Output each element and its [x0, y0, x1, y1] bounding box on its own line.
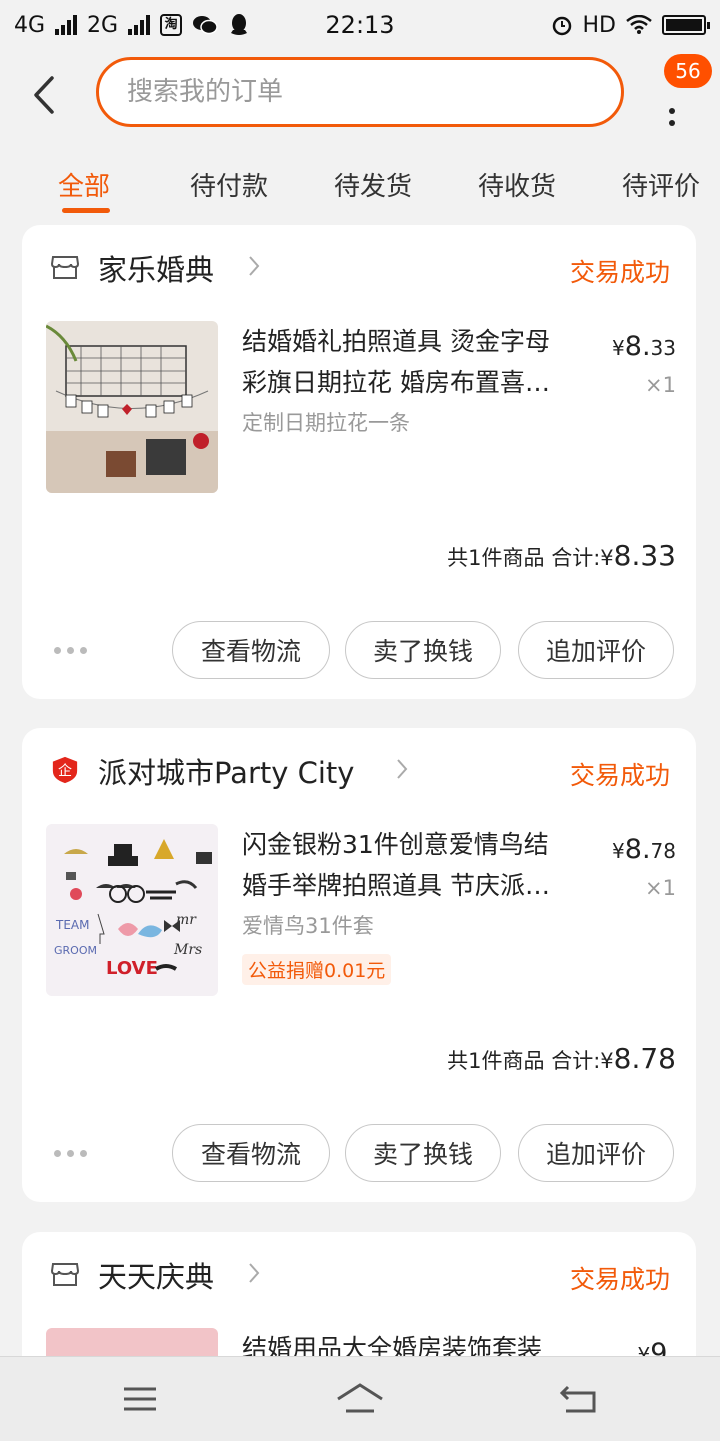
svg-text:TEAM: TEAM	[55, 918, 89, 932]
product-title-line-1: 闪金银粉31件创意爱情鸟结	[242, 830, 549, 859]
order-card: 企 派对城市Party City 交易成功 TEAM mr GROOM LOVE	[22, 728, 696, 1202]
price-integer: 8.	[624, 834, 651, 865]
unit-price: ¥8.78	[612, 834, 676, 865]
tab-all[interactable]: 全部	[58, 166, 110, 203]
tab-pending-payment[interactable]: 待付款	[190, 166, 268, 203]
svg-text:LOVE: LOVE	[106, 958, 158, 979]
shop-name[interactable]: 家乐婚典	[98, 247, 214, 289]
currency-symbol: ¥	[612, 839, 625, 863]
tab-pending-shipment[interactable]: 待发货	[334, 166, 412, 203]
chevron-right-icon	[249, 256, 260, 276]
unit-price: ¥9.	[638, 1338, 677, 1356]
more-actions-icon[interactable]	[52, 1148, 88, 1158]
currency-symbol: ¥	[612, 336, 625, 360]
shop-row[interactable]: 天天庆典 交易成功	[22, 1232, 696, 1320]
product-title-line-2: 彩旗日期拉花 婚房布置喜…	[242, 368, 550, 397]
charity-tag: 公益捐赠0.01元	[242, 954, 392, 985]
shop-name[interactable]: 天天庆典	[98, 1254, 214, 1296]
shop-row[interactable]: 家乐婚典 交易成功	[22, 225, 696, 313]
svg-text:Mrs: Mrs	[173, 942, 202, 958]
chevron-right-icon	[249, 1263, 260, 1283]
product-title-line-1: 结婚用品大全婚房装饰套装	[242, 1334, 543, 1356]
product-title[interactable]: 闪金银粉31件创意爱情鸟结 婚手举牌拍照道具 节庆派…	[242, 824, 582, 906]
summary-amount: 8.33	[613, 539, 676, 572]
clock: 22:13	[325, 11, 395, 39]
order-card: 家乐婚典 交易成功 结婚婚礼拍照道具 烫金字母 彩旗日期拉花 婚房布置喜… 定制…	[22, 225, 696, 699]
order-summary: 共1件商品 合计:¥8.78	[447, 1042, 676, 1075]
active-tab-indicator	[62, 208, 110, 213]
summary-amount: 8.78	[613, 1042, 676, 1075]
home-icon[interactable]	[330, 1377, 390, 1421]
more-actions-icon[interactable]	[52, 645, 88, 655]
add-review-button[interactable]: 追加评价	[518, 1124, 674, 1182]
shop-row[interactable]: 企 派对城市Party City 交易成功	[22, 728, 696, 816]
tab-pending-review[interactable]: 待评价	[622, 166, 700, 203]
resell-button[interactable]: 卖了换钱	[345, 1124, 501, 1182]
shop-name[interactable]: 派对城市Party City	[98, 750, 354, 792]
product-image[interactable]	[46, 1328, 218, 1356]
message-count-badge: 56	[664, 54, 712, 88]
order-status: 交易成功	[569, 761, 670, 790]
product-title-line-2: 婚手举牌拍照道具 节庆派…	[242, 871, 550, 900]
tab-pending-receipt[interactable]: 待收货	[478, 166, 556, 203]
price-decimal: 78	[650, 839, 676, 863]
product-image[interactable]: TEAM mr GROOM LOVE Mrs	[46, 824, 218, 996]
search-bar[interactable]	[96, 57, 624, 127]
search-input[interactable]	[125, 76, 621, 108]
order-tabs: 全部 待付款 待发货 待收货 待评价	[0, 150, 720, 220]
battery-icon	[662, 15, 710, 35]
add-review-button[interactable]: 追加评价	[518, 621, 674, 679]
shop-icon	[50, 1263, 80, 1286]
price-integer: 9.	[650, 1338, 676, 1356]
summary-label: 共1件商品 合计:	[447, 1049, 601, 1073]
view-logistics-button[interactable]: 查看物流	[172, 1124, 330, 1182]
back-icon[interactable]	[30, 72, 60, 118]
summary-label: 共1件商品 合计:	[447, 546, 601, 570]
order-summary: 共1件商品 合计:¥8.33	[447, 539, 676, 572]
order-card: 天天庆典 交易成功 结婚用品大全婚房装饰套装 ¥9.	[22, 1232, 696, 1356]
view-logistics-button[interactable]: 查看物流	[172, 621, 330, 679]
system-nav-bar	[0, 1356, 720, 1441]
product-sku: 爱情鸟31件套	[242, 914, 374, 938]
currency-symbol: ¥	[637, 1343, 651, 1356]
quantity: ×1	[645, 876, 676, 900]
product-title[interactable]: 结婚用品大全婚房装饰套装	[242, 1328, 582, 1356]
product-image[interactable]	[46, 321, 218, 493]
unit-price: ¥8.33	[612, 331, 676, 362]
chevron-right-icon	[397, 759, 408, 779]
price-decimal: 33	[650, 336, 676, 360]
price-integer: 8.	[624, 331, 651, 362]
svg-text:GROOM: GROOM	[54, 944, 97, 957]
status-bar: 4G 2G 淘 22:13 HD	[0, 0, 720, 50]
product-sku: 定制日期拉花一条	[242, 411, 410, 435]
quantity: ×1	[645, 373, 676, 397]
back-nav-icon[interactable]	[550, 1377, 610, 1421]
shop-icon	[50, 256, 80, 279]
summary-currency: ¥	[600, 1049, 614, 1073]
header: 56	[0, 50, 720, 140]
enterprise-shop-icon: 企	[52, 756, 78, 784]
summary-currency: ¥	[600, 546, 614, 570]
order-status: 交易成功	[569, 1265, 670, 1294]
svg-text:企: 企	[58, 763, 72, 780]
menu-icon[interactable]	[110, 1377, 170, 1421]
order-status: 交易成功	[569, 258, 670, 287]
svg-text:mr: mr	[176, 912, 197, 928]
product-title-line-1: 结婚婚礼拍照道具 烫金字母	[242, 327, 550, 356]
product-title[interactable]: 结婚婚礼拍照道具 烫金字母 彩旗日期拉花 婚房布置喜…	[242, 321, 582, 403]
resell-button[interactable]: 卖了换钱	[345, 621, 501, 679]
